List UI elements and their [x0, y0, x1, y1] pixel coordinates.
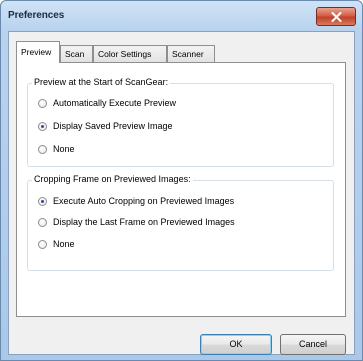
radio-label: None	[53, 144, 75, 154]
radio-display-saved-preview[interactable]: Display Saved Preview Image	[38, 120, 173, 132]
preview-start-group: Preview at the Start of ScanGear: Automa…	[27, 77, 334, 167]
tab-panel-preview: Preview at the Start of ScanGear: Automa…	[16, 62, 346, 317]
radio-execute-auto-cropping[interactable]: Execute Auto Cropping on Previewed Image…	[38, 195, 234, 207]
radio-display-last-frame[interactable]: Display the Last Frame on Previewed Imag…	[38, 216, 235, 228]
radio-label: Display the Last Frame on Previewed Imag…	[53, 217, 235, 227]
radio-label: Display Saved Preview Image	[53, 121, 173, 131]
ok-button[interactable]: OK	[200, 334, 272, 355]
close-button[interactable]	[316, 7, 356, 26]
cancel-button[interactable]: Cancel	[280, 334, 346, 355]
radio-cropping-none[interactable]: None	[38, 238, 75, 250]
radio-label: Execute Auto Cropping on Previewed Image…	[53, 196, 235, 206]
tab-preview[interactable]: Preview	[16, 41, 60, 63]
tab-scanner[interactable]: Scanner	[167, 45, 215, 62]
tab-scan[interactable]: Scan	[60, 45, 93, 62]
preview-start-group-label: Preview at the Start of ScanGear:	[32, 77, 171, 87]
radio-auto-execute-preview[interactable]: Automatically Execute Preview	[38, 97, 176, 109]
dialog-body: Preview Scan Color Settings Scanner Prev…	[8, 31, 355, 355]
close-icon	[331, 12, 342, 22]
window-title: Preferences	[8, 10, 65, 21]
radio-button[interactable]	[38, 239, 47, 249]
title-bar[interactable]: Preferences	[1, 1, 362, 31]
cropping-frame-group: Cropping Frame on Previewed Images: Exec…	[27, 174, 334, 271]
preferences-dialog: Preferences Preview Scan Color Settings …	[0, 0, 363, 361]
radio-label: Automatically Execute Preview	[53, 98, 177, 108]
radio-button[interactable]	[38, 144, 47, 154]
radio-label: None	[53, 239, 75, 249]
cropping-frame-group-label: Cropping Frame on Previewed Images:	[32, 174, 193, 184]
radio-button[interactable]	[38, 121, 47, 131]
tab-color-settings[interactable]: Color Settings	[93, 45, 167, 62]
radio-button[interactable]	[38, 98, 47, 108]
radio-button[interactable]	[38, 217, 47, 227]
radio-preview-none[interactable]: None	[38, 143, 75, 155]
radio-button[interactable]	[38, 196, 47, 206]
